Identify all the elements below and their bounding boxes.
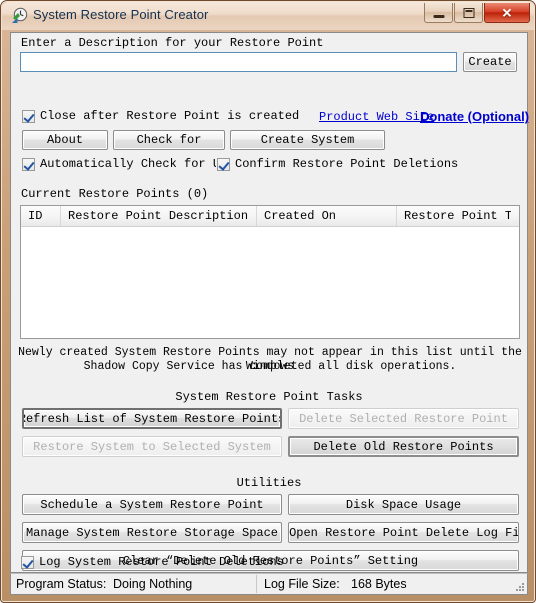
checkbox-log-deletions[interactable]: Log System Restore Point Deletions xyxy=(21,555,284,569)
restore-system-button: Restore System to Selected System xyxy=(22,436,282,457)
list-header-row: ID Restore Point Description Created On … xyxy=(21,206,519,227)
client-area: Enter a Description for your Restore Poi… xyxy=(10,32,529,573)
check-for-updates-button[interactable]: Check for xyxy=(113,130,225,150)
about-button[interactable]: About xyxy=(22,130,108,150)
clock-restore-icon xyxy=(11,7,28,24)
maximize-icon xyxy=(463,8,474,18)
tasks-section-title: System Restore Point Tasks xyxy=(175,390,363,404)
create-system-button[interactable]: Create System xyxy=(230,130,385,150)
close-button[interactable]: ✕ xyxy=(484,3,530,23)
donate-link[interactable]: Donate (Optional) xyxy=(420,109,529,124)
checkbox-label: Close after Restore Point is created xyxy=(40,109,300,123)
refresh-list-button[interactable]: Refresh List of System Restore Points xyxy=(22,408,282,429)
list-body xyxy=(21,227,519,338)
program-status-label: Program Status: xyxy=(16,577,107,591)
checkbox-indicator xyxy=(22,109,35,123)
description-input[interactable] xyxy=(20,52,457,72)
column-header-type[interactable]: Restore Point Type xyxy=(397,206,511,226)
log-file-size-value: 168 Bytes xyxy=(351,577,407,591)
disk-space-usage-button[interactable]: Disk Space Usage xyxy=(288,494,519,515)
column-header-description[interactable]: Restore Point Description xyxy=(61,206,257,226)
maximize-button[interactable] xyxy=(454,3,483,23)
column-header-id[interactable]: ID xyxy=(21,206,61,226)
title-bar[interactable]: System Restore Point Creator ✕ xyxy=(2,2,534,30)
checkbox-confirm-deletions[interactable]: Confirm Restore Point Deletions xyxy=(216,157,459,171)
product-web-site-link[interactable]: Product Web Site xyxy=(319,110,434,124)
status-separator xyxy=(256,575,257,593)
schedule-restore-point-button[interactable]: Schedule a System Restore Point xyxy=(22,494,282,515)
list-note-line-2: Shadow Copy Service has completed all di… xyxy=(83,360,457,373)
open-delete-log-file-label: Open Restore Point Delete Log File xyxy=(289,525,519,540)
minimize-button[interactable] xyxy=(424,3,453,23)
window-title: System Restore Point Creator xyxy=(33,7,209,22)
program-status-value: Doing Nothing xyxy=(113,577,193,591)
delete-old-restore-points-button[interactable]: Delete Old Restore Points xyxy=(288,436,519,457)
create-button[interactable]: Create xyxy=(463,52,517,72)
open-delete-log-file-button[interactable]: Open Restore Point Delete Log File xyxy=(288,522,519,543)
manage-storage-space-button[interactable]: Manage System Restore Storage Space xyxy=(22,522,282,543)
utilities-section-title: Utilities xyxy=(236,476,302,490)
checkbox-indicator xyxy=(217,157,230,171)
window-controls: ✕ xyxy=(424,3,530,23)
status-bar: Program Status: Doing Nothing Log File S… xyxy=(10,573,528,595)
checkbox-indicator xyxy=(21,555,34,569)
application-window: System Restore Point Creator ✕ Enter a D… xyxy=(0,0,536,603)
delete-selected-restore-point-button: Delete Selected Restore Point xyxy=(288,408,519,429)
checkbox-label: Confirm Restore Point Deletions xyxy=(235,157,459,171)
checkbox-indicator xyxy=(22,157,35,171)
column-header-created-on[interactable]: Created On xyxy=(257,206,397,226)
description-label: Enter a Description for your Restore Poi… xyxy=(21,36,324,50)
resize-grip[interactable] xyxy=(513,580,524,591)
checkbox-close-after[interactable]: Close after Restore Point is created xyxy=(22,109,299,123)
checkbox-auto-check-updates[interactable]: Automatically Check for Updat xyxy=(22,157,249,171)
restore-points-list[interactable]: ID Restore Point Description Created On … xyxy=(20,205,520,339)
close-icon: ✕ xyxy=(501,5,513,20)
checkbox-label: Log System Restore Point Deletions xyxy=(39,555,284,569)
current-restore-points-label: Current Restore Points (0) xyxy=(21,187,209,201)
minimize-icon xyxy=(433,15,444,18)
log-file-size-label: Log File Size: xyxy=(264,577,340,591)
